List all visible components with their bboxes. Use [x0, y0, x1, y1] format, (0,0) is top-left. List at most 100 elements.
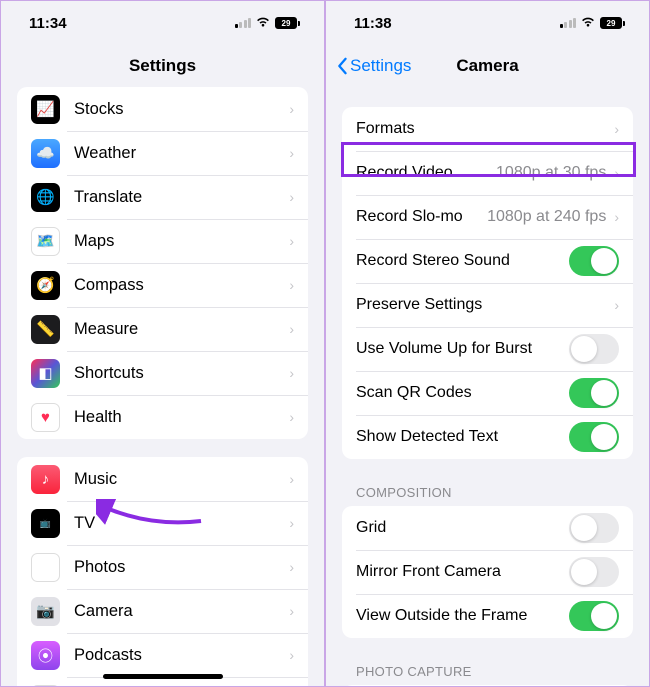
setting-row-show-detected-text[interactable]: Show Detected Text	[342, 415, 633, 459]
settings-row-translate[interactable]: 🌐Translate›	[17, 175, 308, 219]
chevron-right-icon: ›	[289, 365, 294, 381]
settings-row-photos[interactable]: ❋ Photos›	[17, 545, 308, 589]
nav-bar: Settings	[1, 45, 324, 87]
settings-group-media: ♪Music›📺TV›❋Photos›📷Camera›⦿Podcasts›🎮Ga…	[17, 457, 308, 687]
battery-icon: 29	[275, 17, 300, 29]
status-time: 11:34	[29, 15, 67, 32]
setting-row-record-slo-mo[interactable]: Record Slo-mo1080p at 240 fps ›	[342, 195, 633, 239]
settings-row-music[interactable]: ♪ Music›	[17, 457, 308, 501]
group-header-composition: Composition	[356, 485, 619, 500]
row-label: View Outside the Frame	[356, 607, 569, 625]
setting-row-use-volume-up-for-burst[interactable]: Use Volume Up for Burst	[342, 327, 633, 371]
phone-settings: 11:34 29 Settings 📈Stocks›☁️Weather›🌐Tra…	[0, 0, 325, 687]
settings-row-measure[interactable]: 📏 Measure›	[17, 307, 308, 351]
wifi-icon	[580, 15, 596, 31]
toggle-grid[interactable]	[569, 513, 619, 543]
row-label: Preserve Settings	[356, 296, 614, 314]
row-label: Show Detected Text	[356, 428, 569, 446]
music-icon: ♪	[31, 465, 60, 494]
row-label: Measure	[74, 320, 289, 339]
toggle-scan-qr-codes[interactable]	[569, 378, 619, 408]
setting-row-record-video[interactable]: Record Video1080p at 30 fps›	[342, 151, 633, 195]
status-bar: 11:34 29	[1, 1, 324, 45]
status-bar: 11:38 29	[326, 1, 649, 45]
back-button[interactable]: Settings	[336, 56, 411, 76]
toggle-mirror-front-camera[interactable]	[569, 557, 619, 587]
chevron-right-icon: ›	[289, 647, 294, 663]
toggle-use-volume-up-for-burst[interactable]	[569, 334, 619, 364]
row-label: Health	[74, 408, 289, 427]
setting-row-view-outside-the-frame[interactable]: View Outside the Frame	[342, 594, 633, 638]
settings-row-compass[interactable]: 🧭Compass›	[17, 263, 308, 307]
row-label: Weather	[74, 144, 289, 163]
chevron-right-icon: ›	[289, 559, 294, 575]
settings-row-health[interactable]: ♥Health›	[17, 395, 308, 439]
phone-camera-settings: 11:38 29 Settings Camera Formats›Record …	[325, 0, 650, 687]
measure-icon: 📏	[31, 315, 60, 344]
page-title: Settings	[129, 56, 196, 76]
podcasts-icon: ⦿	[31, 641, 60, 670]
nav-bar: Settings Camera	[326, 45, 649, 87]
tv-icon: 📺	[31, 509, 60, 538]
chevron-right-icon: ›	[289, 409, 294, 425]
cellular-icon	[560, 18, 577, 28]
status-right: 29	[235, 15, 301, 31]
battery-icon: 29	[600, 17, 625, 29]
photos-icon: ❋	[31, 553, 60, 582]
camera-settings-content: Formats›Record Video1080p at 30 fps›Reco…	[326, 87, 649, 687]
chevron-right-icon: ›	[289, 233, 294, 249]
chevron-right-icon: ›	[289, 515, 294, 531]
settings-row-podcasts[interactable]: ⦿ Podcasts›	[17, 633, 308, 677]
row-label: Record Video	[356, 164, 496, 182]
maps-icon: 🗺️	[31, 227, 60, 256]
settings-row-weather[interactable]: ☁️Weather›	[17, 131, 308, 175]
row-label: Maps	[74, 232, 289, 251]
home-indicator[interactable]	[103, 674, 223, 679]
chevron-right-icon: ›	[614, 209, 619, 225]
row-label: Scan QR Codes	[356, 384, 569, 402]
toggle-show-detected-text[interactable]	[569, 422, 619, 452]
row-label: Shortcuts	[74, 364, 289, 383]
chevron-right-icon: ›	[289, 321, 294, 337]
row-label: Compass	[74, 276, 289, 295]
page-title: Camera	[456, 56, 518, 76]
row-label: Photos	[74, 558, 289, 577]
setting-row-grid[interactable]: Grid	[342, 506, 633, 550]
chevron-right-icon: ›	[289, 189, 294, 205]
camera-group-main: Formats›Record Video1080p at 30 fps›Reco…	[342, 107, 633, 459]
compass-icon: 🧭	[31, 271, 60, 300]
chevron-right-icon: ›	[289, 603, 294, 619]
chevron-right-icon: ›	[289, 471, 294, 487]
row-label: Formats	[356, 120, 614, 138]
row-label: Record Stereo Sound	[356, 252, 569, 270]
row-label: Camera	[74, 602, 289, 621]
chevron-right-icon: ›	[289, 145, 294, 161]
settings-group-system: 📈Stocks›☁️Weather›🌐Translate›🗺️Maps›🧭Com…	[17, 87, 308, 439]
toggle-view-outside-the-frame[interactable]	[569, 601, 619, 631]
setting-row-scan-qr-codes[interactable]: Scan QR Codes	[342, 371, 633, 415]
settings-row-tv[interactable]: 📺TV›	[17, 501, 308, 545]
row-value: 1080p at 240 fps	[487, 208, 606, 226]
camera-icon: 📷	[31, 597, 60, 626]
row-label: Music	[74, 470, 289, 489]
setting-row-formats[interactable]: Formats›	[342, 107, 633, 151]
setting-row-preserve-settings[interactable]: Preserve Settings›	[342, 283, 633, 327]
setting-row-record-stereo-sound[interactable]: Record Stereo Sound	[342, 239, 633, 283]
back-label: Settings	[350, 56, 411, 76]
row-label: Podcasts	[74, 646, 289, 665]
row-label: Mirror Front Camera	[356, 563, 569, 581]
status-right: 29	[560, 15, 626, 31]
row-label: Record Slo-mo	[356, 208, 487, 226]
settings-row-shortcuts[interactable]: ◧Shortcuts›	[17, 351, 308, 395]
chevron-right-icon: ›	[289, 101, 294, 117]
chevron-right-icon: ›	[614, 297, 619, 313]
settings-row-camera[interactable]: 📷 Camera›	[17, 589, 308, 633]
status-time: 11:38	[354, 15, 392, 32]
camera-group-composition: Grid Mirror Front Camera View Outside the …	[342, 506, 633, 638]
toggle-record-stereo-sound[interactable]	[569, 246, 619, 276]
row-label: Translate	[74, 188, 289, 207]
setting-row-mirror-front-camera[interactable]: Mirror Front Camera	[342, 550, 633, 594]
settings-row-stocks[interactable]: 📈Stocks›	[17, 87, 308, 131]
settings-row-maps[interactable]: 🗺️ Maps›	[17, 219, 308, 263]
settings-content: 📈Stocks›☁️Weather›🌐Translate›🗺️Maps›🧭Com…	[1, 87, 324, 687]
